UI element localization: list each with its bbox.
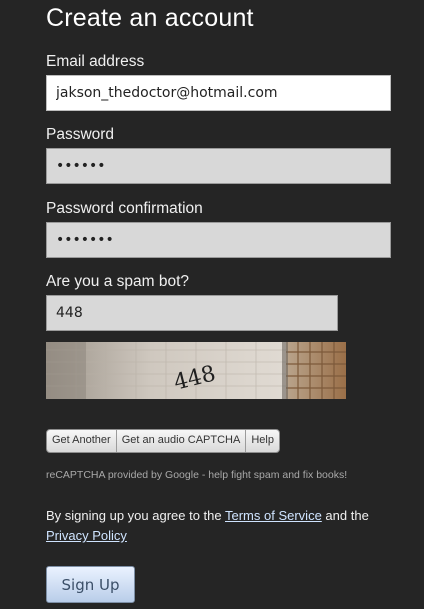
password-field[interactable] — [46, 148, 391, 184]
signup-page: Create an account Email address Password… — [0, 0, 424, 609]
captcha-image: 448 — [46, 342, 346, 399]
spam-check-label: Are you a spam bot? — [46, 273, 190, 290]
email-label: Email address — [46, 53, 145, 70]
page-title: Create an account — [46, 4, 254, 32]
password-label: Password — [46, 126, 115, 143]
privacy-policy-link[interactable]: Privacy Policy — [46, 528, 127, 543]
captcha-help-button[interactable]: Help — [246, 430, 279, 452]
audio-captcha-button[interactable]: Get an audio CAPTCHA — [117, 430, 247, 452]
captcha-answer-field[interactable] — [46, 295, 338, 331]
terms-middle: and the — [321, 508, 369, 523]
sign-up-button[interactable]: Sign Up — [46, 566, 135, 603]
terms-notice: By signing up you agree to the Terms of … — [46, 506, 386, 546]
password-confirmation-label: Password confirmation — [46, 200, 203, 217]
password-confirmation-field[interactable] — [46, 222, 391, 258]
terms-prefix: By signing up you agree to the — [46, 508, 225, 523]
terms-of-service-link[interactable]: Terms of Service — [225, 508, 322, 523]
recaptcha-note: reCAPTCHA provided by Google - help figh… — [46, 469, 348, 481]
email-field[interactable] — [46, 75, 391, 111]
captcha-toolbar: Get Another Get an audio CAPTCHA Help — [46, 429, 280, 453]
get-another-captcha-button[interactable]: Get Another — [47, 430, 117, 452]
